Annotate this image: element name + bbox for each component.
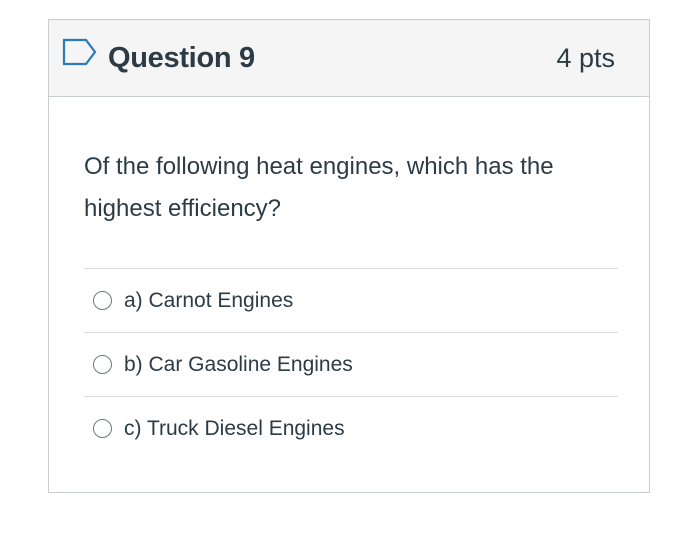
bookmark-flag-icon[interactable]: [62, 38, 98, 66]
answer-label: b) Car Gasoline Engines: [124, 352, 353, 376]
radio-button[interactable]: [93, 419, 112, 438]
question-card: Question 9 4 pts Of the following heat e…: [48, 19, 650, 493]
answer-label: c) Truck Diesel Engines: [124, 416, 345, 440]
answer-option-b[interactable]: b) Car Gasoline Engines: [84, 332, 618, 396]
radio-button[interactable]: [93, 291, 112, 310]
radio-button[interactable]: [93, 355, 112, 374]
answer-option-a[interactable]: a) Carnot Engines: [84, 268, 618, 332]
question-text: Of the following heat engines, which has…: [84, 153, 554, 222]
answer-option-c[interactable]: c) Truck Diesel Engines: [84, 396, 618, 460]
answer-list: a) Carnot Engines b) Car Gasoline Engine…: [84, 268, 618, 460]
question-points: 4 pts: [556, 43, 615, 73]
question-header: Question 9 4 pts: [49, 20, 649, 97]
question-title: Question 9: [108, 42, 255, 74]
answer-label: a) Carnot Engines: [124, 288, 294, 312]
